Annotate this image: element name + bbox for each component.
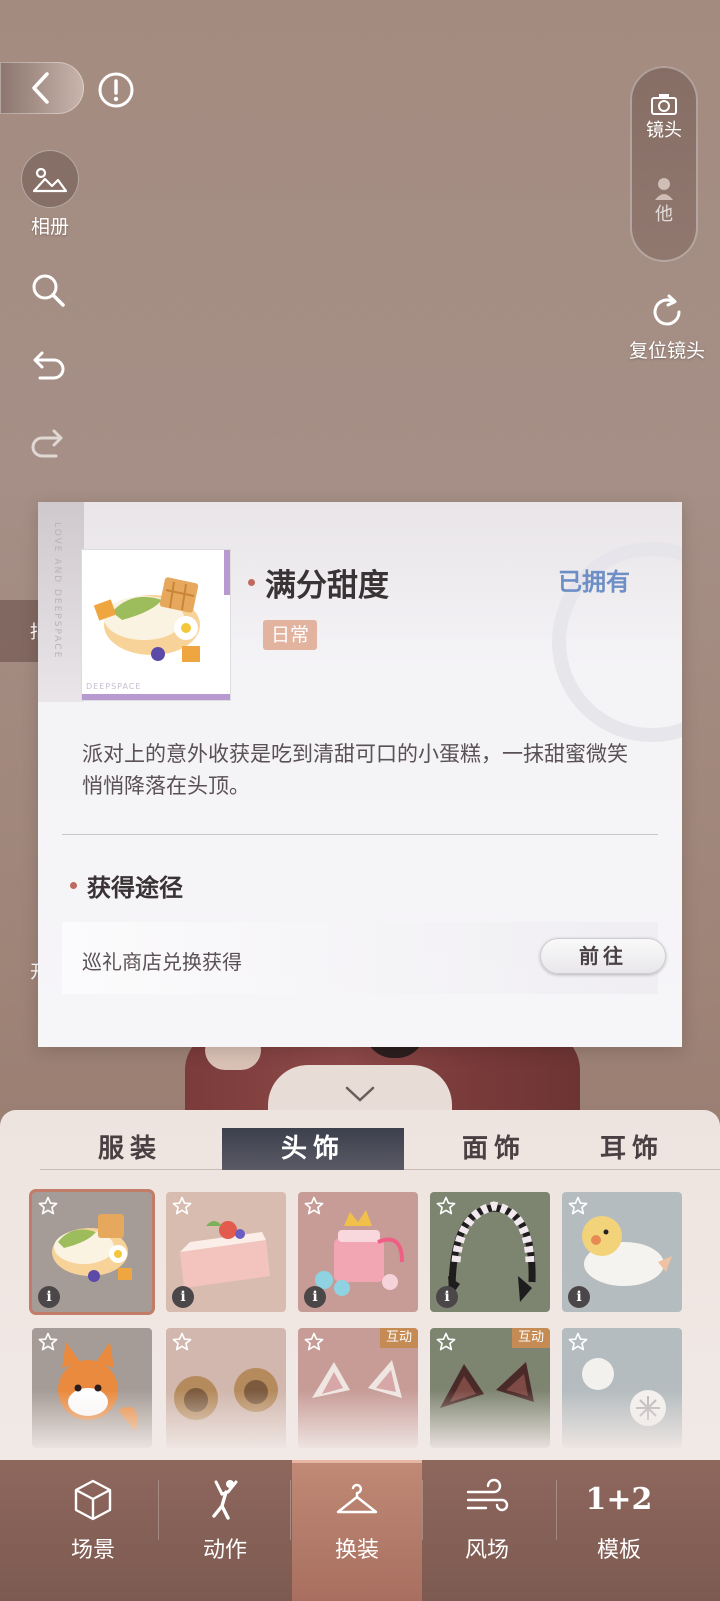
owned-status: 已拥有 — [558, 567, 630, 596]
hanger-icon — [336, 1483, 378, 1514]
star-favorite-icon[interactable] — [304, 1196, 324, 1216]
camera-option[interactable]: 镜头 — [630, 92, 698, 142]
nav-dressup[interactable]: 换装 — [292, 1460, 422, 1601]
undo-icon[interactable] — [28, 346, 68, 386]
item-tile-cake-headpiece[interactable]: i — [32, 1192, 152, 1312]
tab-clothing[interactable]: 服装 — [60, 1128, 200, 1170]
info-icon[interactable]: i — [568, 1286, 590, 1308]
star-favorite-icon[interactable] — [38, 1332, 58, 1352]
nav-separator — [556, 1480, 557, 1540]
nav-wind[interactable]: 风场 — [422, 1460, 552, 1601]
cube-icon — [74, 1479, 112, 1521]
camera-label: 镜头 — [646, 120, 682, 141]
source-heading: 获得途径 — [70, 868, 183, 903]
star-favorite-icon[interactable] — [304, 1332, 324, 1352]
camera-mode-switch[interactable]: 镜头 他 — [630, 66, 698, 262]
star-favorite-icon[interactable] — [568, 1196, 588, 1216]
item-detail-card: LOVE AND DEEPSPACE DEEPSPACE 满分甜度 已拥有 日常… — [38, 502, 682, 1047]
info-icon[interactable]: i — [304, 1286, 326, 1308]
goto-button[interactable]: 前往 — [540, 938, 666, 974]
camera-icon — [651, 94, 677, 115]
landscape-photo-icon — [32, 167, 68, 193]
nav-separator — [290, 1480, 291, 1540]
nav-template[interactable]: 1+2 模板 — [554, 1460, 684, 1601]
reset-rotate-icon — [653, 294, 681, 326]
item-description: 派对上的意外收获是吃到清甜可口的小蛋糕，一抹甜蜜微笑悄悄降落在头顶。 — [82, 742, 628, 798]
star-favorite-icon[interactable] — [568, 1332, 588, 1352]
info-icon[interactable]: i — [172, 1286, 194, 1308]
album-button[interactable]: 相册 — [20, 150, 80, 239]
item-thumbnail: DEEPSPACE — [82, 550, 230, 700]
item-name: 满分甜度 — [248, 560, 389, 605]
nav-scene[interactable]: 场景 — [28, 1460, 158, 1601]
info-icon[interactable]: i — [38, 1286, 60, 1308]
pose-figure-icon — [212, 1480, 238, 1520]
bottom-nav: 场景 动作 换装 风场 1+2 模板 — [0, 1460, 720, 1601]
other-view-option[interactable]: 他 — [630, 176, 698, 226]
item-tile-maid-headband[interactable]: i — [430, 1192, 550, 1312]
category-tag: 日常 — [263, 620, 318, 650]
star-favorite-icon[interactable] — [436, 1332, 456, 1352]
person-icon — [655, 178, 673, 200]
tab-face-accessory[interactable]: 面饰 — [424, 1128, 564, 1170]
tab-headwear[interactable]: 头饰 — [222, 1128, 404, 1170]
star-favorite-icon[interactable] — [172, 1196, 192, 1216]
category-tabs: 服装 头饰 面饰 耳饰 — [40, 1128, 720, 1170]
star-favorite-icon[interactable] — [436, 1196, 456, 1216]
card-corner-decoration: LOVE AND DEEPSPACE — [38, 502, 84, 702]
chevron-left-icon — [32, 72, 49, 104]
alert-info-icon[interactable] — [96, 70, 136, 110]
star-favorite-icon[interactable] — [172, 1332, 192, 1352]
card-divider — [62, 834, 658, 835]
source-text: 巡礼商店兑换获得 — [82, 950, 242, 974]
source-row: 巡礼商店兑换获得 前往 — [62, 922, 666, 994]
template-1plus2-icon: 1+2 — [585, 1482, 653, 1517]
tab-earrings[interactable]: 耳饰 — [600, 1128, 720, 1170]
other-label: 他 — [655, 204, 673, 225]
chevron-down-icon — [345, 1086, 375, 1102]
reset-camera-button[interactable]: 复位镜头 — [612, 292, 720, 363]
reset-camera-label: 复位镜头 — [628, 340, 705, 362]
cake-headpiece-image — [93, 577, 200, 662]
wind-icon — [466, 1478, 509, 1512]
title-bullet — [248, 579, 255, 586]
interactive-badge: 互动 — [511, 1328, 550, 1348]
side-drawer-tab[interactable]: 指 — [0, 600, 48, 662]
album-label: 相册 — [30, 216, 69, 238]
panel-collapse-handle[interactable] — [268, 1065, 452, 1115]
search-icon[interactable] — [28, 270, 68, 310]
nav-separator — [158, 1480, 159, 1540]
item-tile-crown-cake[interactable]: i — [298, 1192, 418, 1312]
item-tile-cake-slice[interactable]: i — [166, 1192, 286, 1312]
back-button[interactable] — [0, 62, 84, 114]
interactive-badge: 互动 — [379, 1328, 418, 1348]
info-icon[interactable]: i — [436, 1286, 458, 1308]
item-tile-cockatiel[interactable]: i — [562, 1192, 682, 1312]
nav-action[interactable]: 动作 — [160, 1460, 290, 1601]
grid-fade-overlay — [0, 1390, 720, 1450]
star-favorite-icon[interactable] — [38, 1196, 58, 1216]
redo-icon[interactable] — [28, 424, 68, 464]
nav-separator — [422, 1480, 423, 1540]
